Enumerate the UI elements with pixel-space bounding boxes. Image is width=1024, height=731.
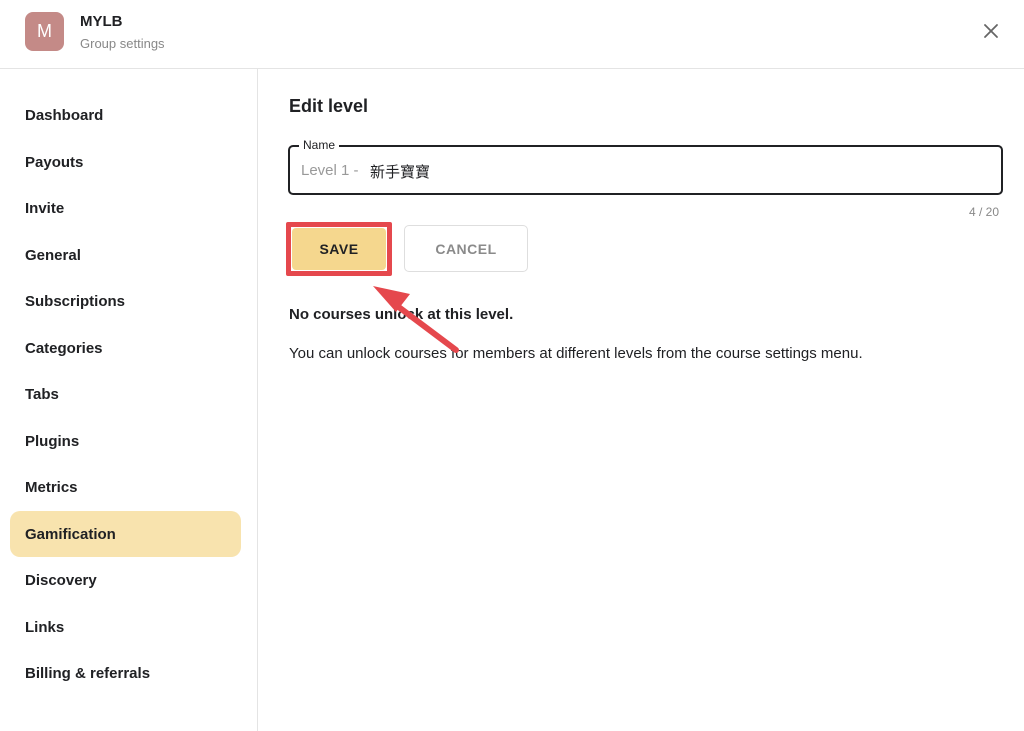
sidebar-item-label: Metrics [25,478,78,496]
sidebar-item-label: Categories [25,339,103,357]
level-prefix: Level 1 - [301,162,359,179]
sidebar-item-label: Invite [25,199,65,217]
header: M MYLB Group settings [0,0,1024,69]
unlock-info-text: You can unlock courses for members at di… [289,345,863,362]
sidebar-item-tabs[interactable]: Tabs [10,371,241,417]
sidebar-item-label: Gamification [25,525,116,543]
sidebar-item-label: Plugins [25,432,80,450]
sidebar-item-categories[interactable]: Categories [10,325,241,371]
name-field-label: Name [299,138,340,152]
sidebar-item-label: Links [25,618,65,636]
sidebar: Dashboard Payouts Invite General Subscri… [0,69,258,731]
cancel-button[interactable]: CANCEL [404,225,528,272]
no-courses-message: No courses unlock at this level. [289,306,514,323]
sidebar-item-general[interactable]: General [10,232,241,278]
main-panel: Edit level Name Level 1 - 4 / 20 SAVE CA… [258,69,1024,731]
sidebar-item-gamification[interactable]: Gamification [10,511,241,557]
sidebar-item-payouts[interactable]: Payouts [10,139,241,185]
sidebar-item-dashboard[interactable]: Dashboard [10,92,241,138]
sidebar-item-subscriptions[interactable]: Subscriptions [10,278,241,324]
group-subtitle: Group settings [80,36,165,51]
avatar-letter: M [37,21,52,41]
sidebar-item-metrics[interactable]: Metrics [10,464,241,510]
save-button[interactable]: SAVE [292,228,386,270]
level-name-input[interactable] [370,157,970,185]
sidebar-item-billing-referrals[interactable]: Billing & referrals [10,650,241,696]
sidebar-item-label: Subscriptions [25,292,126,310]
sidebar-item-label: Dashboard [25,106,104,124]
sidebar-item-plugins[interactable]: Plugins [10,418,241,464]
sidebar-item-label: Tabs [25,385,59,403]
close-button[interactable] [978,18,1004,44]
sidebar-item-discovery[interactable]: Discovery [10,557,241,603]
page-title: Edit level [289,96,369,116]
character-counter: 4 / 20 [969,205,1000,219]
sidebar-item-label: General [25,246,81,264]
avatar[interactable]: M [25,12,64,51]
sidebar-item-links[interactable]: Links [10,604,241,650]
name-field[interactable]: Name Level 1 - [288,138,1003,195]
sidebar-item-label: Billing & referrals [25,664,151,682]
close-icon [984,24,998,38]
sidebar-item-invite[interactable]: Invite [10,185,241,231]
sidebar-item-label: Payouts [25,153,84,171]
group-name: MYLB [80,13,123,30]
sidebar-item-label: Discovery [25,571,97,589]
